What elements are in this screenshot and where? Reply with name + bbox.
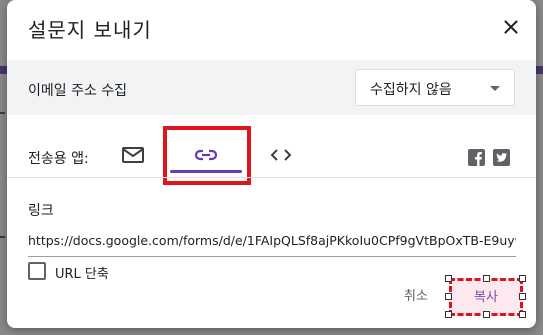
selection-handle	[445, 311, 452, 318]
collect-email-select-value: 수집하지 않음	[370, 82, 452, 98]
send-via-label: 전송용 앱:	[28, 151, 89, 167]
background-fragment	[0, 112, 5, 114]
selection-handle	[445, 275, 452, 282]
selection-handle	[519, 275, 526, 282]
tab-email[interactable]	[120, 144, 146, 166]
background-fragment	[0, 236, 5, 238]
facebook-icon	[475, 152, 482, 166]
twitter-share-button[interactable]	[493, 149, 510, 166]
selection-handle	[483, 311, 490, 318]
collect-email-label: 이메일 주소 수집	[28, 83, 128, 99]
embed-code-icon	[270, 149, 292, 161]
close-button[interactable]	[500, 16, 522, 38]
collect-email-row: 이메일 주소 수집 수집하지 않음	[7, 60, 536, 115]
form-url-field[interactable]: https://docs.google.com/forms/d/e/1FAIpQ…	[28, 233, 516, 257]
twitter-icon	[496, 153, 508, 162]
collect-email-select[interactable]: 수집하지 않음	[355, 69, 515, 106]
dialog-title: 설문지 보내기	[28, 18, 152, 42]
close-icon	[504, 20, 518, 34]
shorten-url-checkbox[interactable]	[28, 262, 46, 280]
selection-handle	[445, 293, 452, 300]
selection-handle	[519, 311, 526, 318]
selection-handle	[483, 275, 490, 282]
cancel-button[interactable]: 취소	[397, 286, 435, 308]
dropdown-arrow-icon	[490, 86, 500, 91]
selection-handle	[519, 293, 526, 300]
link-section-title: 링크	[28, 203, 54, 219]
facebook-share-button[interactable]	[468, 149, 485, 166]
send-form-dialog: 설문지 보내기 이메일 주소 수집 수집하지 않음 전송용 앱: 링크 http…	[7, 0, 536, 328]
section-divider	[7, 177, 536, 178]
tab-embed-code[interactable]	[268, 144, 294, 166]
shorten-url-label: URL 단축	[55, 267, 109, 282]
email-icon	[122, 147, 144, 163]
